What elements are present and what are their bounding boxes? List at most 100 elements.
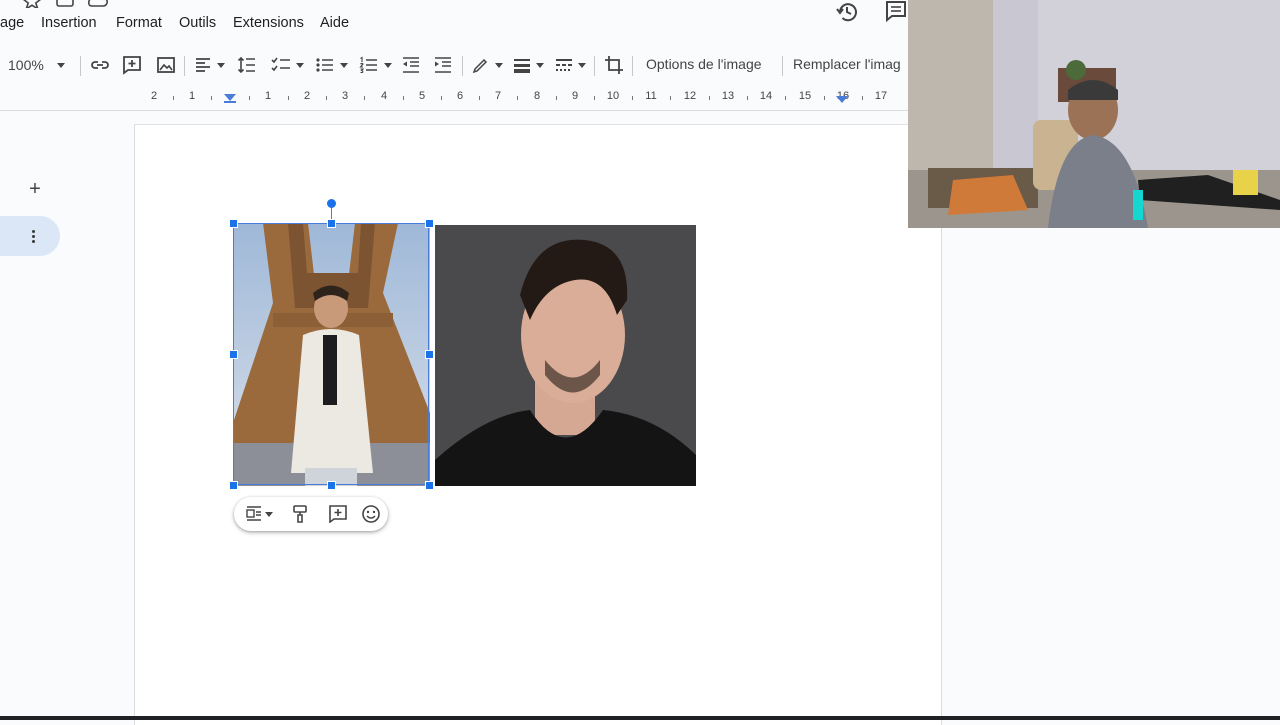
bulleted-list-icon bbox=[316, 58, 333, 72]
ruler-mark: 4 bbox=[380, 90, 388, 102]
ruler-mark: 6 bbox=[456, 90, 464, 102]
menu-item-format[interactable]: Format bbox=[116, 15, 162, 31]
align-left-icon bbox=[196, 58, 210, 72]
wrap-text-icon bbox=[246, 506, 261, 521]
ruler-mark: 5 bbox=[418, 90, 426, 102]
ruler-tick bbox=[785, 96, 786, 100]
ruler-mark: 1 bbox=[188, 90, 196, 102]
ruler-tick bbox=[441, 96, 442, 100]
ruler-tick bbox=[288, 96, 289, 100]
ruler-mark: 3 bbox=[341, 90, 349, 102]
left-indent-marker[interactable] bbox=[224, 94, 236, 101]
ruler-tick bbox=[364, 96, 365, 100]
chevron-down-icon bbox=[495, 62, 503, 68]
resize-handle-bottom-right[interactable] bbox=[425, 481, 434, 490]
resize-handle-left[interactable] bbox=[229, 350, 238, 359]
add-button[interactable]: + bbox=[24, 178, 46, 200]
portrait-photo[interactable] bbox=[435, 225, 696, 486]
eiffel-tower-photo[interactable] bbox=[233, 223, 430, 486]
border-weight-button[interactable] bbox=[513, 54, 544, 76]
ruler-tick bbox=[173, 96, 174, 100]
align-button[interactable] bbox=[194, 54, 225, 76]
add-emoji-button[interactable] bbox=[362, 504, 380, 524]
border-color-button[interactable] bbox=[472, 54, 503, 76]
ruler-tick bbox=[824, 96, 825, 100]
ruler-tick bbox=[403, 96, 404, 100]
pen-icon bbox=[472, 58, 488, 74]
more-vert-icon bbox=[32, 235, 35, 238]
ruler-tick bbox=[556, 96, 557, 100]
toolbar-divider bbox=[462, 56, 463, 76]
toolbar: 100% Options de l'image Remplacer l'imag bbox=[0, 46, 910, 84]
insert-link-button[interactable] bbox=[90, 54, 110, 76]
rotate-handle[interactable] bbox=[327, 199, 336, 208]
resize-handle-top[interactable] bbox=[327, 219, 336, 228]
resize-handle-top-right[interactable] bbox=[425, 219, 434, 228]
paint-format-icon bbox=[293, 505, 307, 523]
ruler-tick bbox=[594, 96, 595, 100]
link-icon bbox=[91, 61, 109, 69]
ruler-tick bbox=[479, 96, 480, 100]
resize-handle-right[interactable] bbox=[425, 350, 434, 359]
horizontal-ruler[interactable]: 2 1 1 2 3 4 5 6 7 8 9 10 11 12 13 14 15 … bbox=[0, 86, 910, 111]
ruler-tick bbox=[670, 96, 671, 100]
ruler-mark: 2 bbox=[303, 90, 311, 102]
border-dash-button[interactable] bbox=[555, 54, 586, 76]
menu-item-outils[interactable]: Outils bbox=[179, 15, 216, 31]
ruler-mark: 8 bbox=[533, 90, 541, 102]
edit-icon[interactable] bbox=[0, 0, 10, 8]
increase-indent-button[interactable] bbox=[434, 54, 452, 76]
ruler-tick bbox=[211, 96, 212, 100]
ruler-mark: 14 bbox=[759, 90, 773, 102]
add-comment-button[interactable] bbox=[329, 504, 347, 524]
right-indent-marker[interactable] bbox=[836, 96, 848, 103]
image-options-button[interactable]: Options de l'image bbox=[646, 56, 762, 72]
menu-bar: age Insertion Format Outils Extensions A… bbox=[0, 0, 910, 46]
more-vert-icon bbox=[32, 240, 35, 243]
toolbar-divider bbox=[782, 56, 783, 76]
toolbar-divider bbox=[80, 56, 81, 76]
first-line-indent-marker[interactable] bbox=[224, 101, 236, 103]
menu-item-image[interactable]: age bbox=[0, 15, 24, 31]
star-icon[interactable] bbox=[22, 0, 42, 11]
decrease-indent-button[interactable] bbox=[402, 54, 420, 76]
ruler-mark: 11 bbox=[645, 90, 657, 102]
ruler-tick bbox=[709, 96, 710, 100]
resize-handle-bottom[interactable] bbox=[327, 481, 336, 490]
numbered-list-button[interactable] bbox=[359, 54, 392, 76]
cloud-status-icon[interactable] bbox=[88, 0, 108, 8]
wrap-text-button[interactable] bbox=[246, 504, 273, 524]
more-options-button[interactable] bbox=[0, 216, 60, 256]
ruler-mark: 13 bbox=[721, 90, 735, 102]
version-history-icon[interactable] bbox=[834, 0, 860, 24]
menu-item-extensions[interactable]: Extensions bbox=[233, 15, 304, 31]
ruler-mark: 15 bbox=[798, 90, 812, 102]
crop-image-button[interactable] bbox=[604, 54, 624, 76]
numbered-list-icon bbox=[359, 56, 377, 74]
window-bottom-edge bbox=[0, 716, 1280, 720]
chevron-down-icon bbox=[578, 62, 586, 68]
zoom-select[interactable]: 100% bbox=[8, 54, 65, 76]
resize-handle-bottom-left[interactable] bbox=[229, 481, 238, 490]
paint-format-button[interactable] bbox=[292, 504, 308, 524]
ruler-tick bbox=[517, 96, 518, 100]
checklist-button[interactable] bbox=[271, 54, 304, 76]
toolbar-divider bbox=[184, 56, 185, 76]
bulleted-list-button[interactable] bbox=[315, 54, 348, 76]
add-comment-button[interactable] bbox=[122, 54, 142, 76]
ruler-tick bbox=[326, 96, 327, 100]
line-spacing-button[interactable] bbox=[237, 54, 257, 76]
ruler-mark: 10 bbox=[606, 90, 620, 102]
chevron-down-icon bbox=[56, 62, 65, 68]
insert-image-button[interactable] bbox=[156, 54, 176, 76]
ruler-mark: 7 bbox=[494, 90, 502, 102]
ruler-tick bbox=[249, 96, 250, 100]
add-comment-icon bbox=[329, 505, 347, 523]
move-to-folder-icon[interactable] bbox=[55, 0, 75, 8]
resize-handle-top-left[interactable] bbox=[229, 219, 238, 228]
replace-image-button[interactable]: Remplacer l'imag bbox=[793, 56, 901, 72]
menu-item-aide[interactable]: Aide bbox=[320, 15, 349, 31]
comments-icon[interactable] bbox=[884, 0, 910, 24]
ruler-mark: 1 bbox=[264, 90, 272, 102]
menu-item-insertion[interactable]: Insertion bbox=[41, 15, 97, 31]
